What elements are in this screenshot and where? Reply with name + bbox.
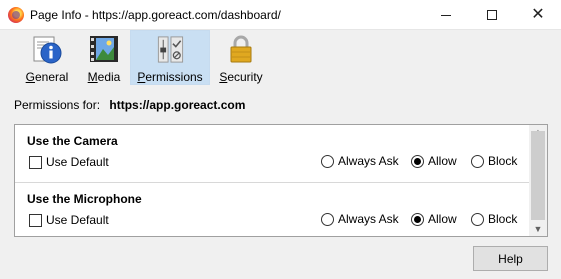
radio-button[interactable] [411, 212, 424, 226]
use-default-checkbox[interactable]: Use Default [29, 155, 109, 169]
radio-button[interactable] [471, 212, 484, 226]
tab-label: Security [219, 70, 263, 84]
permission-microphone: Use the Microphone Use Default Always As… [15, 182, 529, 239]
media-icon [90, 36, 118, 62]
checkbox-box[interactable] [29, 155, 42, 169]
radio-label: Always Ask [338, 212, 399, 226]
scroll-down-icon[interactable]: ▼ [529, 222, 547, 236]
radio-allow[interactable]: Allow [411, 154, 457, 168]
tab-media[interactable]: Media [82, 30, 126, 85]
permission-camera: Use the Camera Use Default Always Ask Al… [15, 125, 529, 182]
tab-label: General [25, 70, 69, 84]
tab-label: Permissions [137, 70, 203, 84]
minimize-button[interactable] [423, 0, 469, 30]
title-bar: Page Info - https://app.goreact.com/dash… [0, 0, 561, 30]
tab-security[interactable]: Security [213, 30, 269, 85]
radio-button[interactable] [321, 154, 334, 168]
window-title: Page Info - https://app.goreact.com/dash… [30, 8, 281, 22]
radio-always-ask[interactable]: Always Ask [321, 212, 399, 226]
permissions-for-row: Permissions for: https://app.goreact.com [14, 98, 245, 112]
tab-permissions[interactable]: Permissions [130, 30, 210, 85]
tab-label: Media [87, 70, 121, 84]
checkbox-label: Use Default [46, 213, 109, 227]
use-default-checkbox[interactable]: Use Default [29, 213, 109, 227]
radio-always-ask[interactable]: Always Ask [321, 154, 399, 168]
maximize-button[interactable] [469, 0, 515, 30]
padlock-icon [230, 35, 252, 63]
vertical-scrollbar[interactable]: ▲ ▼ [529, 125, 547, 236]
permission-title: Use the Camera [27, 134, 118, 148]
checkbox-box[interactable] [29, 213, 42, 227]
tab-toolbar: General Media Permissions Security [0, 30, 561, 85]
radio-label: Always Ask [338, 154, 399, 168]
radio-allow[interactable]: Allow [411, 212, 457, 226]
permission-title: Use the Microphone [27, 192, 142, 206]
close-button[interactable]: ✕ [515, 0, 561, 30]
radio-label: Block [488, 154, 518, 168]
permissions-for-label: Permissions for: [14, 98, 101, 112]
close-icon: ✕ [531, 6, 545, 23]
radio-label: Allow [428, 154, 457, 168]
radio-button[interactable] [471, 154, 484, 168]
scroll-thumb[interactable] [531, 131, 545, 220]
info-icon [33, 36, 62, 64]
permissions-list: Use the Camera Use Default Always Ask Al… [14, 124, 548, 237]
firefox-icon [8, 7, 24, 23]
maximize-icon [487, 10, 497, 20]
checkbox-label: Use Default [46, 155, 109, 169]
radio-button[interactable] [321, 212, 334, 226]
minimize-icon [441, 14, 451, 16]
radio-block[interactable]: Block [471, 154, 517, 168]
sliders-icon [157, 36, 184, 63]
radio-label: Block [488, 212, 518, 226]
help-button[interactable]: Help [473, 246, 548, 271]
permissions-host: https://app.goreact.com [109, 98, 246, 112]
radio-button[interactable] [411, 154, 424, 168]
tab-general[interactable]: General [22, 30, 72, 85]
radio-label: Allow [428, 212, 457, 226]
radio-block[interactable]: Block [471, 212, 517, 226]
